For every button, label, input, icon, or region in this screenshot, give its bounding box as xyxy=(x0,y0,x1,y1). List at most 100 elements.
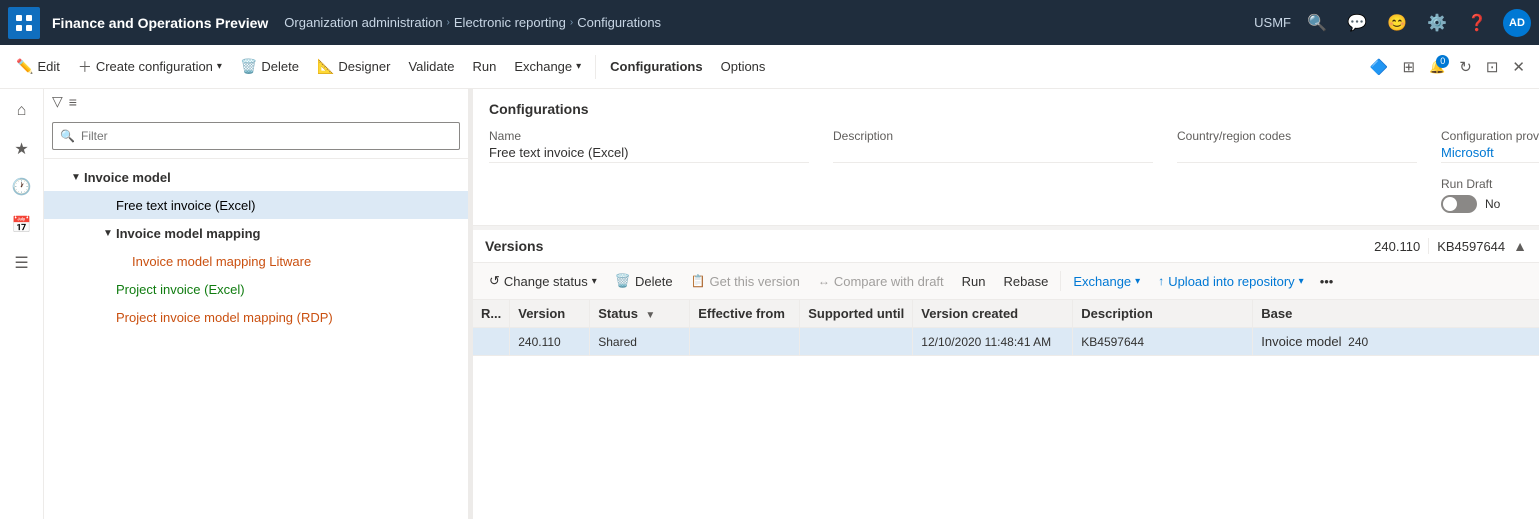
field-provider-value[interactable]: Microsoft xyxy=(1441,145,1539,163)
tree-item-label-proj-inv: Project invoice (Excel) xyxy=(116,282,245,297)
versions-collapse-button[interactable]: ▲ xyxy=(1513,238,1527,254)
versions-meta-kb: KB4597644 xyxy=(1437,239,1505,254)
refresh-button[interactable]: ↻ xyxy=(1453,54,1478,80)
notification-badge: 0 xyxy=(1436,55,1449,68)
get-version-icon: 📋 xyxy=(691,274,706,288)
help-button[interactable]: ❓ xyxy=(1463,9,1491,37)
sidebar-icons: ⌂ ★ 🕐 📅 ☰ xyxy=(0,89,44,519)
options-button[interactable]: Options xyxy=(713,51,774,83)
designer-button[interactable]: 📐 Designer xyxy=(309,51,398,83)
change-status-button[interactable]: ↺ Change status ▾ xyxy=(481,267,605,295)
tree-item-invoice-model[interactable]: ▼ Invoice model xyxy=(44,163,468,191)
get-version-label: Get this version xyxy=(710,274,800,289)
smiley-button[interactable]: 😊 xyxy=(1383,9,1411,37)
versions-meta-version: 240.110 xyxy=(1374,239,1420,254)
rebase-label: Rebase xyxy=(1004,274,1049,289)
create-configuration-button[interactable]: ＋ Create configuration ▾ xyxy=(70,51,230,83)
notification-wrapper: 🔔 0 xyxy=(1423,55,1451,79)
run-draft-toggle[interactable] xyxy=(1441,195,1477,213)
detail-content-area: Configurations Name Free text invoice (E… xyxy=(473,89,1539,226)
tree-item-invoice-model-mapping[interactable]: ▼ Invoice model mapping xyxy=(44,219,468,247)
versions-delete-icon: 🗑️ xyxy=(615,273,631,289)
versions-delete-button[interactable]: 🗑️ Delete xyxy=(607,267,681,295)
versions-run-button[interactable]: Run xyxy=(954,267,994,295)
th-version: Version xyxy=(510,300,590,328)
compare-with-draft-button[interactable]: ↔ Compare with draft xyxy=(810,267,952,295)
versions-more-button[interactable]: ••• xyxy=(1314,267,1340,295)
th-description: Description xyxy=(1073,300,1253,328)
edit-button[interactable]: ✏️ Edit xyxy=(8,51,68,83)
rebase-button[interactable]: Rebase xyxy=(996,267,1057,295)
app-grid-icon[interactable] xyxy=(8,7,40,39)
detail-section-title: Configurations xyxy=(489,101,1523,117)
field-country: Country/region codes xyxy=(1177,129,1417,163)
versions-exchange-button[interactable]: Exchange ▾ xyxy=(1065,267,1148,295)
exchange-button[interactable]: Exchange ▾ xyxy=(506,51,589,83)
status-filter-icon[interactable]: ▼ xyxy=(645,310,655,321)
versions-table: R... Version Status ▼ Effective from Sup… xyxy=(473,300,1539,356)
cell-effective xyxy=(690,328,800,356)
breadcrumb-chevron-2: › xyxy=(570,17,573,28)
configurations-tab-button[interactable]: Configurations xyxy=(602,51,710,83)
tree-item-inv-mapping-litware[interactable]: Invoice model mapping Litware xyxy=(44,247,468,275)
sidebar-calendar-button[interactable]: 📅 xyxy=(4,207,40,243)
breadcrumb-configurations[interactable]: Configurations xyxy=(577,15,661,30)
sidebar-recent-button[interactable]: 🕐 xyxy=(4,169,40,205)
dropdown-chevron: ▾ xyxy=(217,61,222,72)
th-effective: Effective from xyxy=(690,300,800,328)
th-created: Version created xyxy=(913,300,1073,328)
tree-item-project-invoice-excel[interactable]: Project invoice (Excel) xyxy=(44,275,468,303)
user-avatar[interactable]: AD xyxy=(1503,9,1531,37)
cell-supported xyxy=(800,328,913,356)
cell-status: Shared xyxy=(590,328,690,356)
tree-item-label-rdp: Project invoice model mapping (RDP) xyxy=(116,310,333,325)
notification-button[interactable]: 🔔 0 xyxy=(1423,55,1451,79)
column-icon[interactable]: ⊞ xyxy=(1397,54,1422,80)
base-link[interactable]: Invoice model xyxy=(1261,334,1341,349)
toggle-text: No xyxy=(1485,197,1500,211)
tree-item-label-inv-mapping: Invoice model mapping xyxy=(116,226,260,241)
run-draft-row: Run Draft No xyxy=(1441,177,1539,213)
field-desc-value xyxy=(833,145,1153,163)
separator-1 xyxy=(595,55,596,79)
search-button[interactable]: 🔍 xyxy=(1303,9,1331,37)
versions-toolbar: ↺ Change status ▾ 🗑️ Delete 📋 Get this v… xyxy=(473,263,1539,300)
tree-item-free-text-excel[interactable]: Free text invoice (Excel) xyxy=(44,191,468,219)
field-name-value: Free text invoice (Excel) xyxy=(489,145,809,163)
cell-description: KB4597644 xyxy=(1073,328,1253,356)
tree-panel: ▽ ≡ 🔍 ▼ Invoice model Free text invoice … xyxy=(44,89,469,519)
field-country-value xyxy=(1177,145,1417,163)
detail-panel: Configurations Name Free text invoice (E… xyxy=(473,89,1539,519)
delete-button[interactable]: 🗑️ Delete xyxy=(232,51,307,83)
upload-icon: ↑ xyxy=(1158,274,1164,288)
tree-lines-icon[interactable]: ≡ xyxy=(69,94,77,110)
field-desc-label: Description xyxy=(833,129,1153,143)
settings-button[interactable]: ⚙️ xyxy=(1423,9,1451,37)
tree-filter-icon[interactable]: ▽ xyxy=(52,93,63,110)
close-button[interactable]: ✕ xyxy=(1506,54,1531,80)
upload-chevron: ▾ xyxy=(1299,276,1304,287)
breadcrumb-org-admin[interactable]: Organization administration xyxy=(284,15,442,30)
filter-active-icon[interactable]: 🔷 xyxy=(1364,54,1395,80)
table-row[interactable]: 240.110 Shared 12/10/2020 11:48:41 AM KB… xyxy=(473,328,1539,356)
tree-item-proj-inv-mapping-rdp[interactable]: Project invoice model mapping (RDP) xyxy=(44,303,468,331)
expand-button[interactable]: ⊡ xyxy=(1480,54,1505,80)
change-status-icon: ↺ xyxy=(489,273,500,289)
change-status-chevron: ▾ xyxy=(592,276,597,287)
validate-button[interactable]: Validate xyxy=(400,51,462,83)
chat-button[interactable]: 💬 xyxy=(1343,9,1371,37)
breadcrumb-electronic-reporting[interactable]: Electronic reporting xyxy=(454,15,566,30)
tree-filter-input[interactable] xyxy=(52,122,460,150)
versions-header: Versions 240.110 KB4597644 ▲ xyxy=(473,230,1539,263)
cell-r xyxy=(473,328,510,356)
sidebar-star-button[interactable]: ★ xyxy=(4,131,40,167)
sidebar-list-button[interactable]: ☰ xyxy=(4,245,40,281)
tree-item-label-free-text-excel: Free text invoice (Excel) xyxy=(116,198,255,213)
upload-into-repo-button[interactable]: ↑ Upload into repository ▾ xyxy=(1150,267,1312,295)
tree-panel-header: ▽ ≡ xyxy=(44,89,468,114)
versions-run-label: Run xyxy=(962,274,986,289)
sidebar-home-button[interactable]: ⌂ xyxy=(4,93,40,129)
field-description: Description xyxy=(833,129,1153,163)
get-this-version-button[interactable]: 📋 Get this version xyxy=(683,267,808,295)
run-button[interactable]: Run xyxy=(464,51,504,83)
